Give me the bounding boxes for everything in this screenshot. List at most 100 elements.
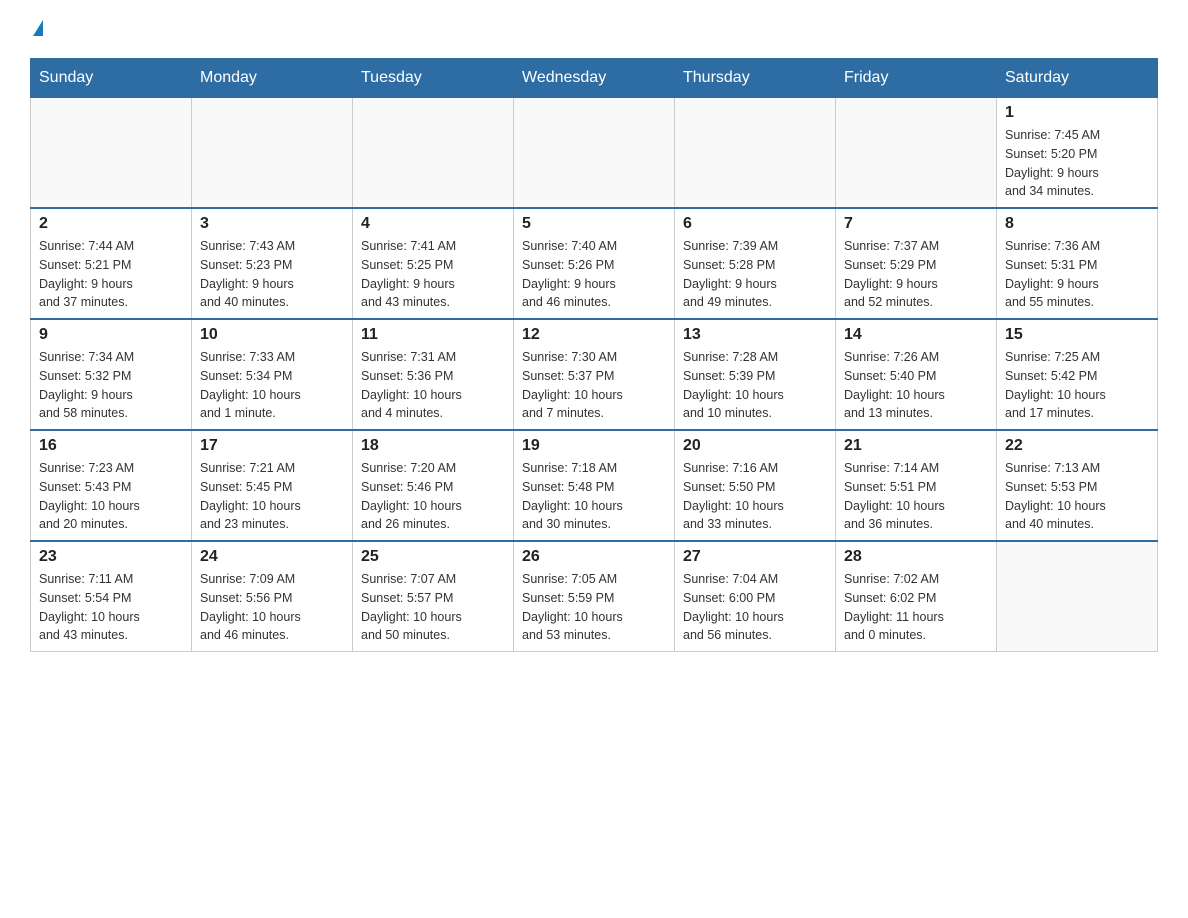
calendar-header-row: SundayMondayTuesdayWednesdayThursdayFrid… <box>31 59 1158 98</box>
day-of-week-tuesday: Tuesday <box>353 59 514 98</box>
day-number: 14 <box>844 326 988 344</box>
day-number: 27 <box>683 548 827 566</box>
day-info: Sunrise: 7:40 AMSunset: 5:26 PMDaylight:… <box>522 237 666 312</box>
day-number: 28 <box>844 548 988 566</box>
calendar-cell: 4 Sunrise: 7:41 AMSunset: 5:25 PMDaylight… <box>353 208 514 319</box>
calendar-cell <box>836 98 997 209</box>
calendar-week-2: 2 Sunrise: 7:44 AMSunset: 5:21 PMDaylight… <box>31 208 1158 319</box>
day-info: Sunrise: 7:33 AMSunset: 5:34 PMDaylight:… <box>200 348 344 423</box>
day-info: Sunrise: 7:28 AMSunset: 5:39 PMDaylight:… <box>683 348 827 423</box>
day-info: Sunrise: 7:34 AMSunset: 5:32 PMDaylight:… <box>39 348 183 423</box>
day-info: Sunrise: 7:07 AMSunset: 5:57 PMDaylight:… <box>361 570 505 645</box>
day-of-week-thursday: Thursday <box>675 59 836 98</box>
calendar-cell <box>192 98 353 209</box>
day-info: Sunrise: 7:44 AMSunset: 5:21 PMDaylight:… <box>39 237 183 312</box>
day-info: Sunrise: 7:39 AMSunset: 5:28 PMDaylight:… <box>683 237 827 312</box>
calendar-cell: 9 Sunrise: 7:34 AMSunset: 5:32 PMDaylight… <box>31 319 192 430</box>
calendar-week-3: 9 Sunrise: 7:34 AMSunset: 5:32 PMDaylight… <box>31 319 1158 430</box>
calendar-cell <box>675 98 836 209</box>
calendar-cell <box>997 541 1158 652</box>
calendar-cell: 17 Sunrise: 7:21 AMSunset: 5:45 PMDayligh… <box>192 430 353 541</box>
day-of-week-friday: Friday <box>836 59 997 98</box>
day-number: 24 <box>200 548 344 566</box>
calendar-cell: 16 Sunrise: 7:23 AMSunset: 5:43 PMDayligh… <box>31 430 192 541</box>
calendar-cell: 28 Sunrise: 7:02 AMSunset: 6:02 PMDayligh… <box>836 541 997 652</box>
calendar-cell <box>514 98 675 209</box>
calendar-week-4: 16 Sunrise: 7:23 AMSunset: 5:43 PMDayligh… <box>31 430 1158 541</box>
day-number: 7 <box>844 215 988 233</box>
day-info: Sunrise: 7:45 AMSunset: 5:20 PMDaylight:… <box>1005 126 1149 201</box>
day-info: Sunrise: 7:41 AMSunset: 5:25 PMDaylight:… <box>361 237 505 312</box>
day-of-week-saturday: Saturday <box>997 59 1158 98</box>
calendar-cell: 3 Sunrise: 7:43 AMSunset: 5:23 PMDaylight… <box>192 208 353 319</box>
day-number: 3 <box>200 215 344 233</box>
day-info: Sunrise: 7:18 AMSunset: 5:48 PMDaylight:… <box>522 459 666 534</box>
calendar-cell: 15 Sunrise: 7:25 AMSunset: 5:42 PMDayligh… <box>997 319 1158 430</box>
day-number: 20 <box>683 437 827 455</box>
day-info: Sunrise: 7:04 AMSunset: 6:00 PMDaylight:… <box>683 570 827 645</box>
calendar-cell: 11Sunrise: 7:31 AMSunset: 5:36 PMDayligh… <box>353 319 514 430</box>
calendar-cell: 23 Sunrise: 7:11 AMSunset: 5:54 PMDayligh… <box>31 541 192 652</box>
day-number: 5 <box>522 215 666 233</box>
calendar-cell: 5 Sunrise: 7:40 AMSunset: 5:26 PMDaylight… <box>514 208 675 319</box>
calendar-cell: 12 Sunrise: 7:30 AMSunset: 5:37 PMDayligh… <box>514 319 675 430</box>
calendar-cell <box>31 98 192 209</box>
calendar-cell: 22Sunrise: 7:13 AMSunset: 5:53 PMDayligh… <box>997 430 1158 541</box>
day-info: Sunrise: 7:23 AMSunset: 5:43 PMDaylight:… <box>39 459 183 534</box>
logo-triangle-icon <box>33 20 43 36</box>
day-info: Sunrise: 7:26 AMSunset: 5:40 PMDaylight:… <box>844 348 988 423</box>
calendar-cell: 26 Sunrise: 7:05 AMSunset: 5:59 PMDayligh… <box>514 541 675 652</box>
day-number: 17 <box>200 437 344 455</box>
day-info: Sunrise: 7:05 AMSunset: 5:59 PMDaylight:… <box>522 570 666 645</box>
day-of-week-monday: Monday <box>192 59 353 98</box>
calendar-cell <box>353 98 514 209</box>
day-info: Sunrise: 7:37 AMSunset: 5:29 PMDaylight:… <box>844 237 988 312</box>
calendar-cell: 19 Sunrise: 7:18 AMSunset: 5:48 PMDayligh… <box>514 430 675 541</box>
day-number: 1 <box>1005 104 1149 122</box>
day-number: 21 <box>844 437 988 455</box>
calendar-table: SundayMondayTuesdayWednesdayThursdayFrid… <box>30 58 1158 652</box>
day-number: 10 <box>200 326 344 344</box>
day-number: 13 <box>683 326 827 344</box>
day-info: Sunrise: 7:16 AMSunset: 5:50 PMDaylight:… <box>683 459 827 534</box>
day-info: Sunrise: 7:25 AMSunset: 5:42 PMDaylight:… <box>1005 348 1149 423</box>
day-info: Sunrise: 7:11 AMSunset: 5:54 PMDaylight:… <box>39 570 183 645</box>
page-header <box>30 20 1158 38</box>
day-number: 4 <box>361 215 505 233</box>
day-number: 12 <box>522 326 666 344</box>
day-number: 23 <box>39 548 183 566</box>
calendar-cell: 21Sunrise: 7:14 AMSunset: 5:51 PMDayligh… <box>836 430 997 541</box>
day-number: 15 <box>1005 326 1149 344</box>
calendar-cell: 2 Sunrise: 7:44 AMSunset: 5:21 PMDaylight… <box>31 208 192 319</box>
calendar-week-1: 1 Sunrise: 7:45 AMSunset: 5:20 PMDaylight… <box>31 98 1158 209</box>
day-of-week-wednesday: Wednesday <box>514 59 675 98</box>
day-number: 26 <box>522 548 666 566</box>
day-number: 2 <box>39 215 183 233</box>
calendar-cell: 1 Sunrise: 7:45 AMSunset: 5:20 PMDaylight… <box>997 98 1158 209</box>
day-number: 25 <box>361 548 505 566</box>
day-number: 18 <box>361 437 505 455</box>
day-info: Sunrise: 7:21 AMSunset: 5:45 PMDaylight:… <box>200 459 344 534</box>
calendar-cell: 7 Sunrise: 7:37 AMSunset: 5:29 PMDaylight… <box>836 208 997 319</box>
day-of-week-sunday: Sunday <box>31 59 192 98</box>
calendar-cell: 18 Sunrise: 7:20 AMSunset: 5:46 PMDayligh… <box>353 430 514 541</box>
day-info: Sunrise: 7:02 AMSunset: 6:02 PMDaylight:… <box>844 570 988 645</box>
day-number: 11 <box>361 326 505 344</box>
logo <box>30 20 43 38</box>
day-number: 9 <box>39 326 183 344</box>
calendar-cell: 13 Sunrise: 7:28 AMSunset: 5:39 PMDayligh… <box>675 319 836 430</box>
day-info: Sunrise: 7:30 AMSunset: 5:37 PMDaylight:… <box>522 348 666 423</box>
day-number: 16 <box>39 437 183 455</box>
day-info: Sunrise: 7:20 AMSunset: 5:46 PMDaylight:… <box>361 459 505 534</box>
calendar-week-5: 23 Sunrise: 7:11 AMSunset: 5:54 PMDayligh… <box>31 541 1158 652</box>
calendar-cell: 27 Sunrise: 7:04 AMSunset: 6:00 PMDayligh… <box>675 541 836 652</box>
day-info: Sunrise: 7:09 AMSunset: 5:56 PMDaylight:… <box>200 570 344 645</box>
calendar-cell: 6 Sunrise: 7:39 AMSunset: 5:28 PMDaylight… <box>675 208 836 319</box>
calendar-cell: 24 Sunrise: 7:09 AMSunset: 5:56 PMDayligh… <box>192 541 353 652</box>
day-info: Sunrise: 7:36 AMSunset: 5:31 PMDaylight:… <box>1005 237 1149 312</box>
day-number: 19 <box>522 437 666 455</box>
calendar-cell: 14 Sunrise: 7:26 AMSunset: 5:40 PMDayligh… <box>836 319 997 430</box>
day-info: Sunrise: 7:43 AMSunset: 5:23 PMDaylight:… <box>200 237 344 312</box>
day-number: 6 <box>683 215 827 233</box>
calendar-cell: 8Sunrise: 7:36 AMSunset: 5:31 PMDaylight… <box>997 208 1158 319</box>
